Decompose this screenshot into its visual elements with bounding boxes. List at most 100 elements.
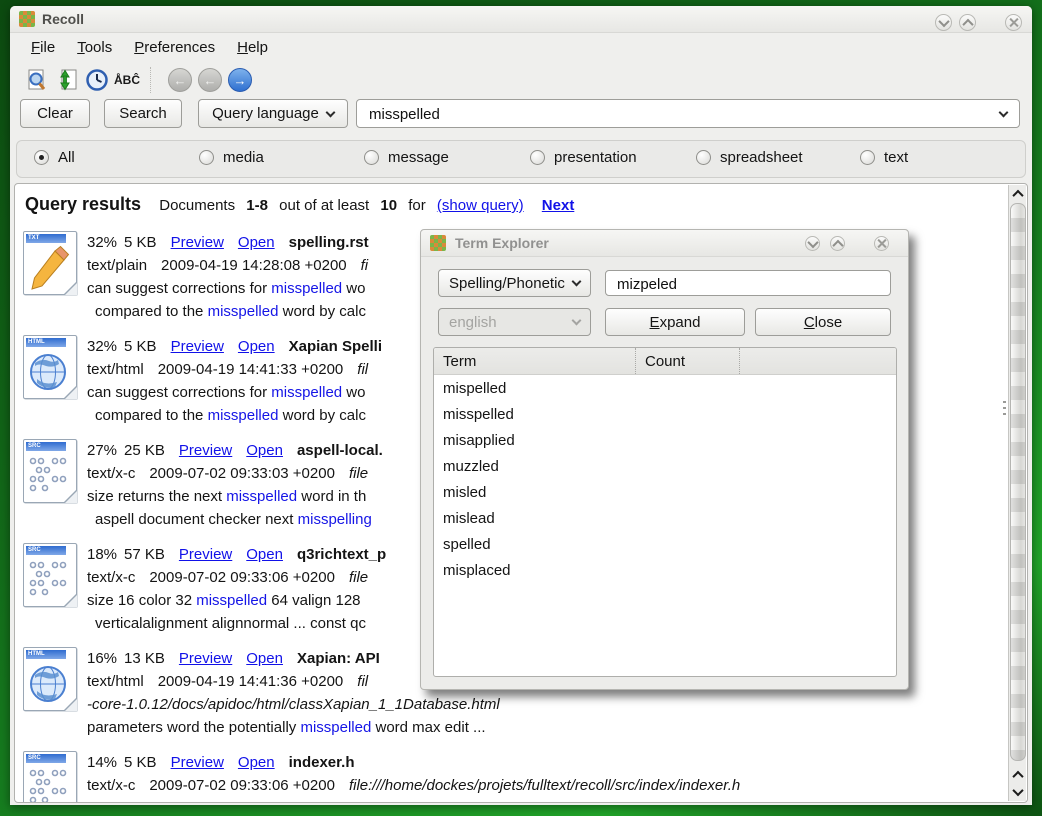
result-title: Xapian Spelli <box>289 338 382 355</box>
filter-radio-text[interactable]: text <box>860 149 908 166</box>
term-row[interactable]: misplaced <box>434 557 896 583</box>
desktop: Recoll File Tools Preferences Help <box>0 0 1042 816</box>
filter-radio-media[interactable]: media <box>199 149 264 166</box>
dialog-maximize-button[interactable] <box>830 236 845 251</box>
preview-link[interactable]: Preview <box>179 546 232 563</box>
preview-link[interactable]: Preview <box>171 234 224 251</box>
maximize-button[interactable] <box>959 14 976 31</box>
query-combobox[interactable] <box>356 99 1020 128</box>
recoll-logo-icon <box>430 235 446 251</box>
result-url: fil <box>357 361 368 378</box>
maximize-icon <box>832 239 843 250</box>
close-icon <box>877 239 886 248</box>
nav-next-button[interactable]: → <box>225 65 255 95</box>
nav-prev-button[interactable]: ← <box>165 65 195 95</box>
term-row[interactable]: misled <box>434 479 896 505</box>
nav-next-icon: → <box>228 68 252 92</box>
doc-update-icon <box>55 68 79 92</box>
filter-radio-message[interactable]: message <box>364 149 449 166</box>
dialog-minimize-button[interactable] <box>805 236 820 251</box>
open-link[interactable]: Open <box>246 650 283 667</box>
html-file-icon: HTML <box>23 647 77 711</box>
scrollbar-thumb[interactable] <box>1010 203 1026 761</box>
term-row[interactable]: spelled <box>434 531 896 557</box>
open-link[interactable]: Open <box>246 546 283 563</box>
menu-help[interactable]: Help <box>228 36 277 59</box>
html-file-icon: HTML <box>23 335 77 399</box>
menu-tools[interactable]: Tools <box>68 36 121 59</box>
term-input[interactable] <box>615 273 879 295</box>
doc-preview-button[interactable] <box>22 65 52 95</box>
clear-button[interactable]: Clear <box>20 99 90 128</box>
spellcheck-button[interactable]: ÅBĈ <box>112 65 142 95</box>
doc-update-button[interactable] <box>52 65 82 95</box>
scroll-down-button[interactable] <box>1009 783 1026 800</box>
term-row[interactable]: mislead <box>434 505 896 531</box>
minimize-button[interactable] <box>935 14 952 31</box>
dialog-titlebar[interactable]: Term Explorer <box>421 230 908 257</box>
count-column-header[interactable]: Count <box>635 348 740 374</box>
preview-link[interactable]: Preview <box>171 754 224 771</box>
expand-button[interactable]: Expand <box>605 308 745 336</box>
open-link[interactable]: Open <box>238 338 275 355</box>
term-row[interactable]: misspelled <box>434 401 896 427</box>
recoll-logo-icon <box>19 11 35 27</box>
source-file-icon: SRC <box>23 543 77 607</box>
language-combobox: english <box>438 308 591 336</box>
spellcheck-icon: ÅBĈ <box>114 73 140 87</box>
source-file-icon: SRC <box>23 439 77 503</box>
next-page-link[interactable]: Next <box>542 197 575 214</box>
expansion-mode-combobox[interactable]: Spelling/Phonetic <box>438 269 591 297</box>
scroll-up-button-bottom[interactable] <box>1009 766 1026 783</box>
query-mode-combobox[interactable]: Query language <box>198 99 348 128</box>
filter-radio-presentation[interactable]: presentation <box>530 149 637 166</box>
result-url: fi <box>361 257 369 274</box>
chevron-down-icon <box>1012 784 1023 795</box>
nav-prev2-button[interactable]: ← <box>195 65 225 95</box>
open-link[interactable]: Open <box>238 754 275 771</box>
close-button[interactable] <box>1005 14 1022 31</box>
open-link[interactable]: Open <box>246 442 283 459</box>
preview-link[interactable]: Preview <box>171 338 224 355</box>
term-row[interactable]: muzzled <box>434 453 896 479</box>
menu-file[interactable]: File <box>22 36 64 59</box>
menu-preferences[interactable]: Preferences <box>125 36 224 59</box>
term-explorer-dialog: Term Explorer Spelling/Phonetic english … <box>420 229 909 690</box>
history-button[interactable] <box>82 65 112 95</box>
show-query-link[interactable]: (show query) <box>437 197 524 214</box>
result-url: file:///home/dockes/projets/fulltext/rec… <box>349 777 740 794</box>
preview-link[interactable]: Preview <box>179 442 232 459</box>
category-filter-bar: All media message presentation spreadshe… <box>16 140 1026 178</box>
close-icon <box>1009 18 1018 27</box>
radio-icon <box>364 150 379 165</box>
chevron-down-icon[interactable] <box>999 108 1009 118</box>
preview-link[interactable]: Preview <box>179 650 232 667</box>
term-search-box[interactable] <box>605 270 891 296</box>
menubar: File Tools Preferences Help <box>10 32 1032 62</box>
open-link[interactable]: Open <box>238 234 275 251</box>
scroll-up-button[interactable] <box>1009 185 1026 202</box>
result-url: fil <box>357 673 368 690</box>
chevron-up-icon <box>1012 770 1023 781</box>
result-url: file <box>349 569 368 586</box>
window-title: Recoll <box>42 11 84 27</box>
result-title: q3richtext_p <box>297 546 386 563</box>
term-row[interactable]: misapplied <box>434 427 896 453</box>
results-range: 1-8 <box>246 197 268 214</box>
results-scrollbar[interactable] <box>1008 185 1026 801</box>
filter-radio-all[interactable]: All <box>34 149 75 166</box>
doc-preview-icon <box>25 68 49 92</box>
radio-icon <box>860 150 875 165</box>
search-button[interactable]: Search <box>104 99 182 128</box>
term-row[interactable]: mispelled <box>434 375 896 401</box>
chevron-down-icon <box>572 316 582 326</box>
close-dialog-button[interactable]: Close <box>755 308 891 336</box>
dialog-close-button[interactable] <box>874 236 889 251</box>
window-titlebar[interactable]: Recoll <box>10 6 1032 33</box>
filter-radio-spreadsheet[interactable]: spreadsheet <box>696 149 803 166</box>
history-clock-icon <box>85 68 109 92</box>
nav-prev-icon: ← <box>168 68 192 92</box>
query-input[interactable] <box>367 102 981 127</box>
radio-icon <box>199 150 214 165</box>
term-column-header[interactable]: Term <box>434 348 635 374</box>
